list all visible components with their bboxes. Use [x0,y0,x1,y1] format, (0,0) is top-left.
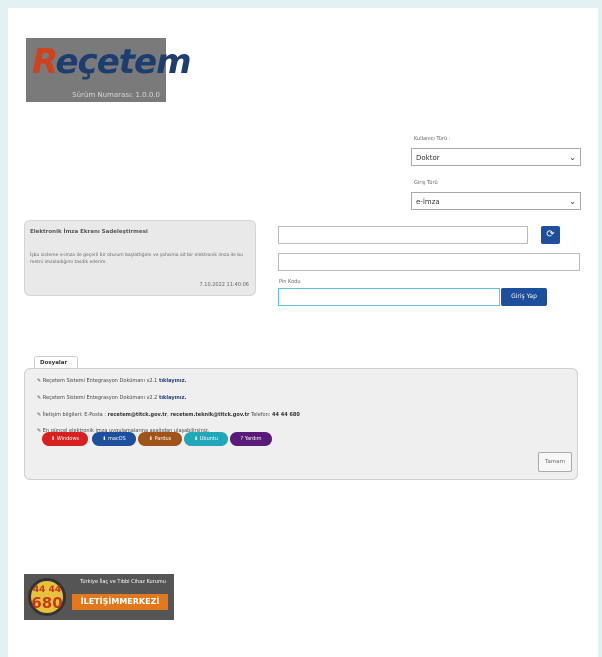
call-center-tagline: Türkiye İlaç ve Tıbbi Cihaz Kurumu [80,579,166,585]
email-link[interactable]: recetem@titck.gov.tr [108,412,168,418]
refresh-icon: ⟳ [546,229,555,240]
logo-text: Reçetem [32,42,192,82]
email-link[interactable]: recetem.teknik@titck.gov.tr [170,412,249,418]
version-label: Sürüm Numarası: 1.0.0.0 [72,91,160,99]
esign-info-date: 7.10.2022 11:40:06 [199,282,250,288]
page-background [8,8,598,657]
certificate-field[interactable] [278,226,528,244]
call-center-number: 44 44 680 [28,578,66,616]
user-type-label: Kullanıcı Türü : [414,136,451,142]
os-button-ubuntu[interactable]: ⬇ Ubuntu [184,432,228,446]
close-button[interactable]: Tamam [538,452,572,472]
documents-panel: ✎ Reçetem Sistemi Entegrasyon Dokümanı v… [24,368,578,480]
list-item: ✎ Reçetem Sistemi Entegrasyon Dokümanı v… [37,378,187,384]
contact-info: ✎ İletişim bilgileri: E-Posta : recetem@… [37,412,300,418]
chevron-down-icon: ⌄ [569,153,576,162]
call-center-title: İLETİŞİMMERKEZİ [72,594,168,610]
login-type-value: e-İmza [416,198,440,206]
user-type-value: Doktor [416,154,440,162]
esign-info-text: İşbu sisteme e-imza ile geçerli bir otur… [30,253,243,265]
os-button-help[interactable]: ? Yardım [230,432,272,446]
doc-link[interactable]: tıklayınız. [159,378,186,384]
os-button-windows[interactable]: ⬇ Windows [42,432,88,446]
doc-link[interactable]: tıklayınız. [159,395,186,401]
login-button[interactable]: Giriş Yap [501,288,547,306]
esign-info-title: Elektronik İmza Ekranı Sadeleştirmesi [30,229,148,235]
phone-number: 44 44 680 [272,412,300,418]
refresh-button[interactable]: ⟳ [541,226,560,244]
pin-input[interactable] [278,288,500,306]
login-type-label: Giriş Türü [414,180,438,186]
os-button-pardus[interactable]: ⬇ Pardus [138,432,182,446]
login-type-select[interactable]: e-İmza ⌄ [411,192,581,210]
pin-label: Pin Kodu [279,279,301,285]
pencil-icon: ✎ [37,428,42,434]
os-button-macos[interactable]: ⬇ macOS [92,432,136,446]
pencil-icon: ✎ [37,412,42,418]
chevron-down-icon: ⌄ [569,197,576,206]
call-center-banner: 44 44 680 Türkiye İlaç ve Tıbbi Cihaz Ku… [24,574,174,620]
app-logo: Reçetem Sürüm Numarası: 1.0.0.0 [26,38,192,102]
esign-info-panel: Elektronik İmza Ekranı Sadeleştirmesi İş… [24,220,256,296]
pencil-icon: ✎ [37,395,42,401]
signature-field[interactable] [278,253,580,271]
user-type-select[interactable]: Doktor ⌄ [411,148,581,166]
pencil-icon: ✎ [37,378,42,384]
list-item: ✎ Reçetem Sistemi Entegrasyon Dokümanı v… [37,395,187,401]
